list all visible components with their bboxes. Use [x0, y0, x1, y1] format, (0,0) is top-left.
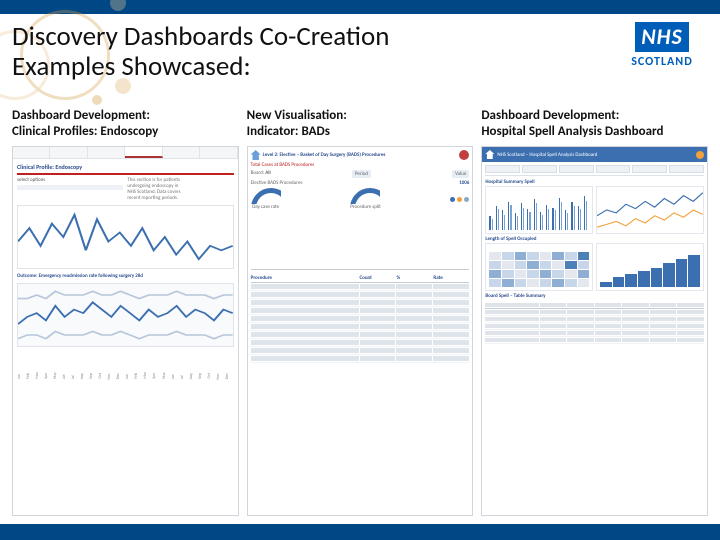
table-row	[251, 323, 470, 331]
gauge-procedure-split	[350, 188, 380, 204]
gauge-day-case-rate	[251, 188, 281, 204]
legend-swatch-inpt	[450, 197, 455, 202]
table-row	[485, 316, 704, 323]
dropdown-placeholder[interactable]	[17, 185, 123, 190]
sub-title: Total Cases at BADS Procedures	[251, 162, 470, 168]
chart-spell-trend	[596, 186, 704, 234]
tab-bar	[13, 147, 238, 159]
column-bads: New Visualisation: Indicator: BADs Level…	[247, 108, 474, 516]
table-row	[485, 330, 704, 337]
tab-home[interactable]	[13, 147, 50, 158]
options-note: select options	[17, 177, 123, 183]
filter-cell[interactable]	[632, 165, 667, 173]
table-row	[251, 355, 470, 363]
table-row	[485, 323, 704, 330]
thumbnail-spell-dashboard: NHS Scotland – Hospital Spell Analysis D…	[481, 146, 708, 516]
sub-chart-title: Outcome: Emergency readmission rate foll…	[17, 273, 234, 279]
filter-cell[interactable]	[522, 165, 557, 173]
nhs-logo-subtext: SCOTLAND	[616, 55, 708, 69]
tab-context-indicator[interactable]	[125, 147, 162, 158]
table-row	[485, 309, 704, 316]
table-row	[251, 283, 470, 291]
page-title: Discovery Dashboards Co-Creation Example…	[12, 22, 616, 81]
col3-heading: Dashboard Development: Hospital Spell An…	[481, 108, 708, 140]
filter-cell[interactable]	[485, 165, 520, 173]
table-row	[485, 337, 704, 344]
procedure-table: Procedure Count % Rate	[251, 274, 470, 363]
status-badge-icon	[459, 150, 469, 160]
col2-heading: New Visualisation: Indicator: BADs	[247, 108, 474, 140]
column-clinical-profiles: Dashboard Development: Clinical Profiles…	[12, 108, 239, 516]
legend-swatch-daycase	[457, 197, 462, 202]
thumbnail-endoscopy-dashboard: Clinical Profile: Endoscopy select optio…	[12, 146, 239, 516]
table-row	[251, 315, 470, 323]
status-face-icon	[696, 151, 704, 159]
tab-bed-summary[interactable]	[88, 147, 125, 158]
value-pill[interactable]: Value	[452, 170, 469, 178]
tab-guidance[interactable]	[200, 147, 237, 158]
home-icon[interactable]	[251, 150, 261, 160]
gauge-row: Day case rate Procedure split	[251, 188, 470, 210]
tab-utilisation[interactable]	[50, 147, 87, 158]
panel-title: Clinical Profile: Endoscopy	[17, 163, 234, 175]
column-hospital-spell: Dashboard Development: Hospital Spell An…	[481, 108, 708, 516]
filter-cell[interactable]	[669, 165, 704, 173]
tab-list[interactable]	[163, 147, 200, 158]
nhs-scotland-logo: NHS SCOTLAND	[616, 22, 708, 69]
panel-title: Level 2: Elective – Basket of Day Surger…	[263, 152, 458, 158]
table-row	[251, 347, 470, 355]
title-line-2: Examples Showcased:	[12, 50, 251, 83]
period-pill[interactable]: Period	[352, 170, 371, 178]
chart-length-heatmap	[485, 243, 593, 291]
chart-endoscopy-trend	[17, 205, 234, 269]
nhs-logo-box: NHS	[635, 22, 689, 52]
table-row	[251, 299, 470, 307]
section-title: Length of Spell Occupied	[485, 236, 704, 242]
table-row	[251, 339, 470, 347]
home-icon[interactable]	[485, 150, 494, 159]
table-title: Board Spell – Table Summary	[485, 293, 704, 299]
header-bar	[0, 0, 720, 14]
filter-row	[485, 165, 704, 176]
panel-title: NHS Scotland – Hospital Spell Analysis D…	[497, 152, 597, 158]
title-line-1: Discovery Dashboards Co-Creation	[12, 20, 389, 53]
chart-bads-stacked-bars	[251, 212, 470, 270]
chart-spell-bars	[485, 186, 593, 234]
board-spell-table	[485, 302, 704, 344]
section-title: Hospital Summary Spell	[485, 179, 704, 185]
stat-value: 1006	[459, 180, 469, 186]
col1-heading: Dashboard Development: Clinical Profiles…	[12, 108, 239, 140]
x-axis-labels: JanFebMarAprMayJun JulAugSepOctNovDec Ja…	[17, 351, 234, 379]
legend-swatch-other	[464, 197, 469, 202]
legend	[450, 197, 469, 202]
thumbnail-bads-dashboard: Level 2: Elective – Basket of Day Surger…	[247, 146, 474, 516]
filter-cell[interactable]	[559, 165, 594, 173]
chart-readmission-rate	[17, 283, 234, 347]
table-row	[251, 291, 470, 299]
table-row	[251, 307, 470, 315]
filter-cell[interactable]	[596, 165, 631, 173]
footer-bar	[0, 524, 720, 540]
info-text: This section is for patients undergoing …	[127, 177, 233, 201]
chart-length-stack	[596, 243, 704, 291]
table-row	[251, 331, 470, 339]
